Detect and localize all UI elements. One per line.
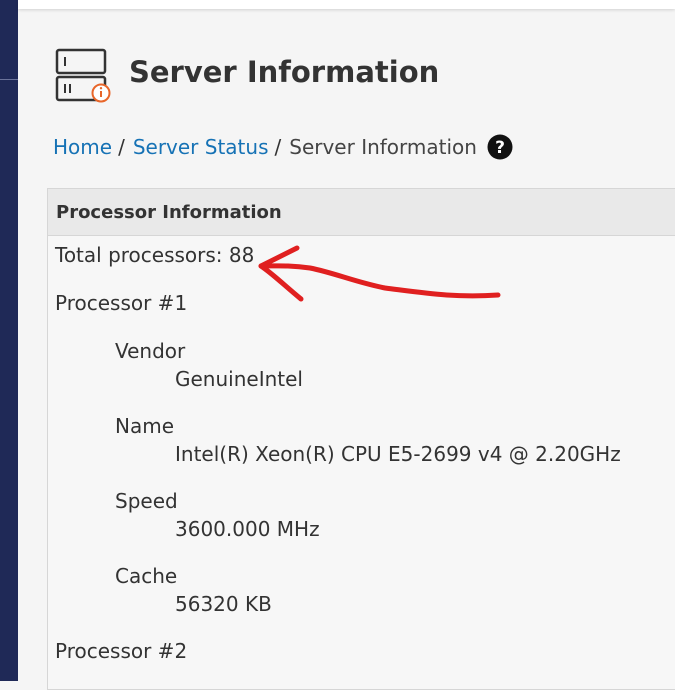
- question-circle-icon[interactable]: ?: [487, 134, 513, 160]
- name-value: Intel(R) Xeon(R) CPU E5-2699 v4 @ 2.20GH…: [175, 442, 621, 466]
- page-title: Server Information: [129, 55, 440, 89]
- speed-value: 3600.000 MHz: [175, 517, 320, 541]
- total-processors: Total processors: 88: [55, 243, 255, 267]
- processor-title: Processor #1: [55, 291, 188, 315]
- left-sidebar-rail: [0, 0, 18, 681]
- svg-text:?: ?: [495, 138, 505, 158]
- breadcrumb-separator: /: [274, 135, 282, 159]
- red-arrow-annotation: [258, 245, 501, 302]
- breadcrumb-home-link[interactable]: Home: [53, 135, 112, 159]
- processor-title: Processor #2: [55, 639, 188, 663]
- top-header-bar: [18, 0, 675, 9]
- breadcrumb-current: Server Information: [289, 135, 477, 159]
- cache-value: 56320 KB: [175, 592, 272, 616]
- sidebar-divider: [0, 79, 18, 80]
- panel-header: Processor Information: [48, 189, 675, 236]
- server-info-icon: [55, 48, 111, 103]
- breadcrumb: Home / Server Status / Server Informatio…: [53, 132, 513, 162]
- vendor-value: GenuineIntel: [175, 367, 303, 391]
- breadcrumb-separator: /: [118, 135, 125, 159]
- name-label: Name: [115, 414, 175, 438]
- cache-label: Cache: [115, 564, 178, 588]
- speed-label: Speed: [115, 489, 178, 513]
- breadcrumb-server-status-link[interactable]: Server Status: [133, 135, 269, 159]
- vendor-label: Vendor: [115, 339, 186, 363]
